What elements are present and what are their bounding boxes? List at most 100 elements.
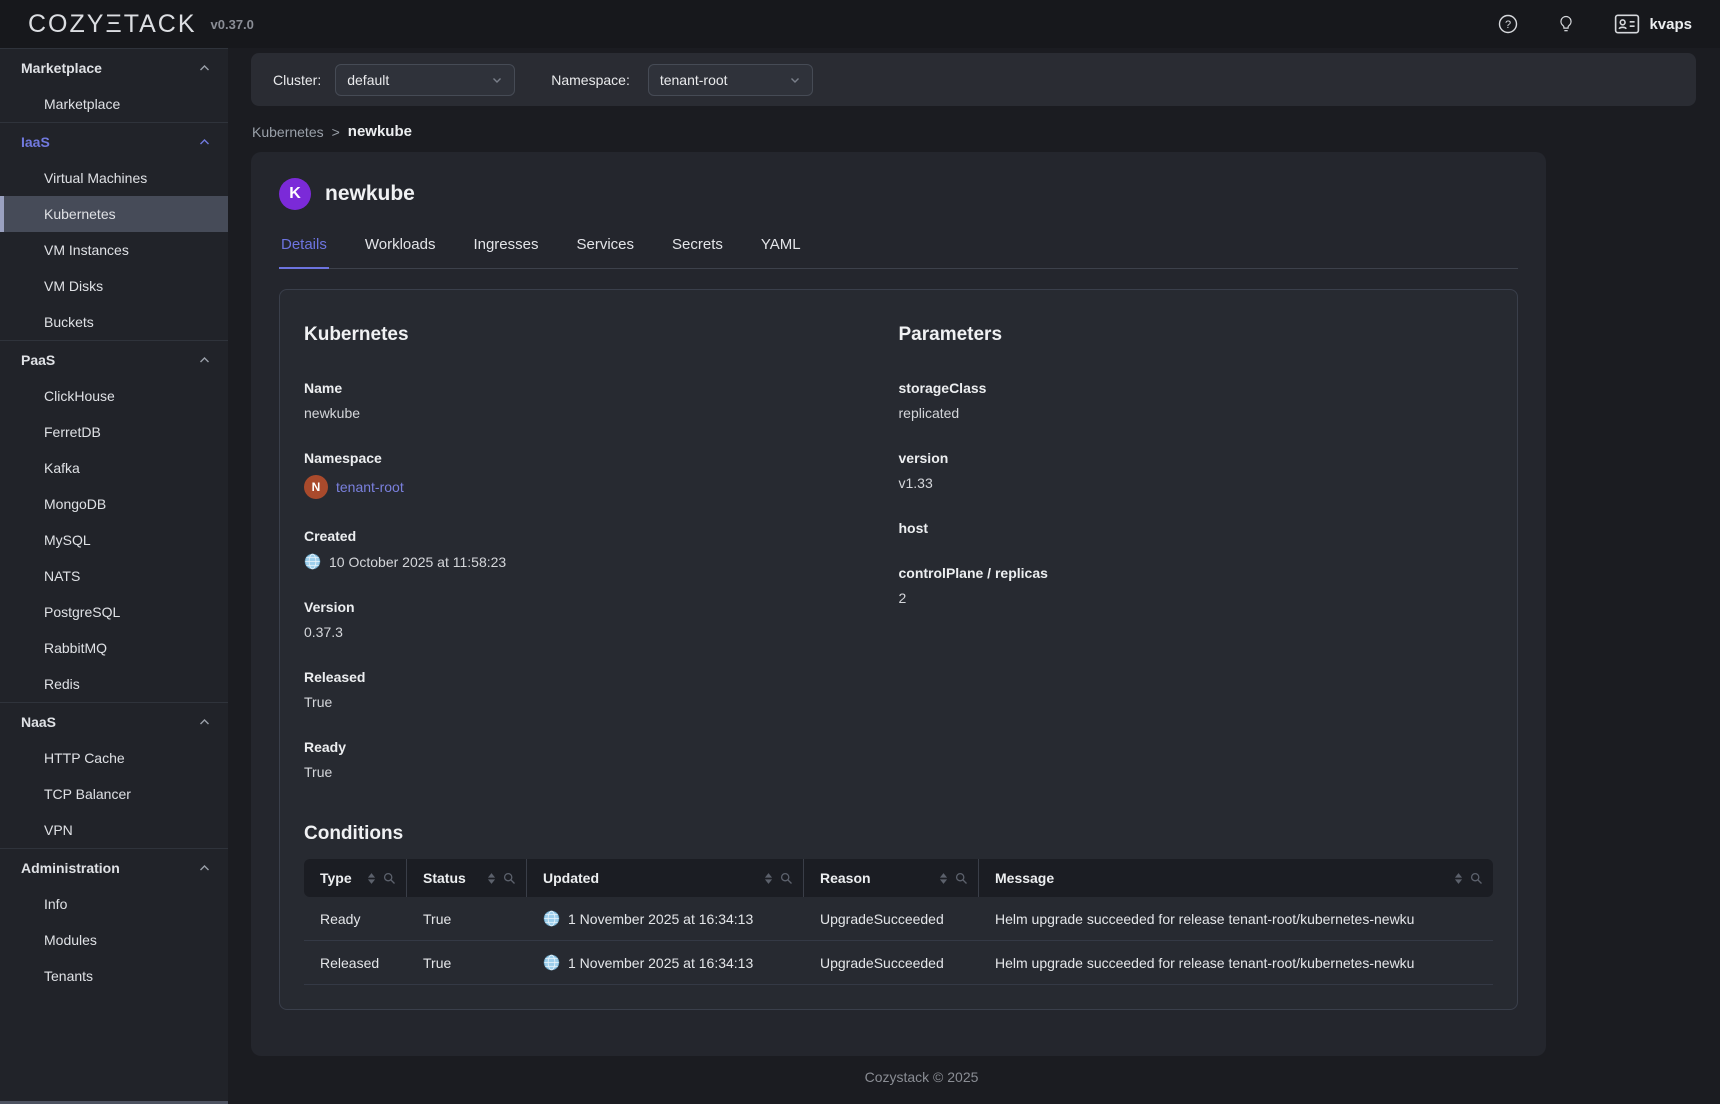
sidebar-item-ferretdb[interactable]: FerretDB (0, 414, 228, 450)
sidebar-group-header-paas[interactable]: PaaS (0, 341, 228, 378)
chevron-up-icon (199, 864, 210, 872)
sidebar-item-vm-instances[interactable]: VM Instances (0, 232, 228, 268)
sort-icon[interactable] (367, 872, 376, 885)
section-title-parameters: Parameters (899, 324, 1494, 346)
section-title-conditions: Conditions (304, 823, 1493, 845)
help-icon[interactable]: ? (1498, 14, 1518, 34)
field-namespace: Namespace N tenant-root (304, 450, 899, 499)
chevron-down-icon (491, 74, 503, 86)
user-badge-icon (1614, 13, 1640, 35)
sidebar-item-vm-disks[interactable]: VM Disks (0, 268, 228, 304)
globe-icon (543, 910, 560, 927)
sidebar-group-marketplace: Marketplace Marketplace (0, 48, 228, 122)
namespace-link[interactable]: tenant-root (336, 479, 404, 495)
field-created: Created 10 October 2025 at 11:58:23 (304, 528, 899, 570)
search-icon[interactable] (955, 872, 968, 885)
sidebar-group-paas: PaaS ClickHouse FerretDB Kafka MongoDB M… (0, 340, 228, 702)
column-header-status: Status (407, 859, 527, 897)
cluster-select[interactable]: default (335, 64, 515, 96)
search-icon[interactable] (780, 872, 793, 885)
sidebar-group-header-iaas[interactable]: IaaS (0, 123, 228, 160)
sort-icon[interactable] (1454, 872, 1463, 885)
breadcrumb-kubernetes[interactable]: Kubernetes (252, 124, 324, 140)
namespace-label: Namespace: (551, 72, 630, 88)
sidebar-item-modules[interactable]: Modules (0, 922, 228, 958)
conditions-table: Type Status (304, 859, 1493, 985)
field-version: Version 0.37.3 (304, 599, 899, 640)
svg-text:?: ? (1505, 19, 1511, 31)
user-name: kvaps (1649, 16, 1692, 33)
search-icon[interactable] (383, 872, 396, 885)
tab-secrets[interactable]: Secrets (670, 230, 725, 268)
sidebar-group-administration: Administration Info Modules Tenants (0, 848, 228, 994)
field-storageclass: storageClass replicated (899, 380, 1494, 421)
section-title-kubernetes: Kubernetes (304, 324, 899, 346)
table-row-ready[interactable]: Ready True 1 November 2025 at 16:34:13 U… (304, 897, 1493, 941)
search-icon[interactable] (503, 872, 516, 885)
column-header-updated: Updated (527, 859, 804, 897)
sidebar-item-clickhouse[interactable]: ClickHouse (0, 378, 228, 414)
chevron-down-icon (789, 74, 801, 86)
sidebar-item-marketplace[interactable]: Marketplace (0, 86, 228, 122)
chevron-up-icon (199, 718, 210, 726)
sidebar-item-http-cache[interactable]: HTTP Cache (0, 740, 228, 776)
chevron-up-icon (199, 64, 210, 72)
field-controlplane-replicas: controlPlane / replicas 2 (899, 565, 1494, 606)
sidebar-item-nats[interactable]: NATS (0, 558, 228, 594)
field-released: Released True (304, 669, 899, 710)
tab-yaml[interactable]: YAML (759, 230, 803, 268)
sidebar-group-header-naas[interactable]: NaaS (0, 703, 228, 740)
sort-icon[interactable] (939, 872, 948, 885)
sort-icon[interactable] (487, 872, 496, 885)
main-content: Cluster: default Namespace: tenant-root … (228, 48, 1720, 1104)
footer-text: Cozystack © 2025 (274, 1056, 1569, 1085)
sidebar-item-kafka[interactable]: Kafka (0, 450, 228, 486)
page-title: newkube (325, 182, 415, 206)
sort-icon[interactable] (764, 872, 773, 885)
sidebar-group-header-administration[interactable]: Administration (0, 849, 228, 886)
column-header-type: Type (304, 859, 407, 897)
tab-bar: Details Workloads Ingresses Services Sec… (279, 230, 1518, 269)
breadcrumb-current: newkube (348, 123, 412, 140)
tab-details[interactable]: Details (279, 230, 329, 268)
namespace-select[interactable]: tenant-root (648, 64, 813, 96)
topbar: COZYΞTACK v0.37.0 ? kvaps (0, 0, 1720, 48)
sidebar-item-kubernetes[interactable]: Kubernetes (0, 196, 228, 232)
resource-card: K newkube Details Workloads Ingresses Se… (251, 152, 1546, 1056)
sidebar-item-mongodb[interactable]: MongoDB (0, 486, 228, 522)
sidebar: Marketplace Marketplace IaaS Virtual Mac… (0, 48, 228, 1104)
sidebar-item-virtual-machines[interactable]: Virtual Machines (0, 160, 228, 196)
search-icon[interactable] (1470, 872, 1483, 885)
globe-icon (543, 954, 560, 971)
tab-services[interactable]: Services (575, 230, 637, 268)
field-k8s-version: version v1.33 (899, 450, 1494, 491)
lightbulb-icon[interactable] (1556, 14, 1576, 34)
sidebar-item-vpn[interactable]: VPN (0, 812, 228, 848)
kubernetes-avatar: K (279, 178, 311, 210)
field-host: host (899, 520, 1494, 536)
tab-ingresses[interactable]: Ingresses (471, 230, 540, 268)
app-version: v0.37.0 (211, 17, 254, 32)
tab-workloads[interactable]: Workloads (363, 230, 438, 268)
context-filter-bar: Cluster: default Namespace: tenant-root (251, 53, 1696, 106)
sidebar-item-tenants[interactable]: Tenants (0, 958, 228, 994)
sidebar-item-info[interactable]: Info (0, 886, 228, 922)
cluster-label: Cluster: (273, 72, 321, 88)
globe-icon (304, 553, 321, 570)
sidebar-item-mysql[interactable]: MySQL (0, 522, 228, 558)
field-name: Name newkube (304, 380, 899, 421)
namespace-avatar: N (304, 475, 328, 499)
chevron-up-icon (199, 138, 210, 146)
sidebar-item-buckets[interactable]: Buckets (0, 304, 228, 340)
sidebar-group-naas: NaaS HTTP Cache TCP Balancer VPN (0, 702, 228, 848)
table-row-released[interactable]: Released True 1 November 2025 at 16:34:1… (304, 941, 1493, 985)
sidebar-item-tcp-balancer[interactable]: TCP Balancer (0, 776, 228, 812)
sidebar-item-redis[interactable]: Redis (0, 666, 228, 702)
sidebar-item-rabbitmq[interactable]: RabbitMQ (0, 630, 228, 666)
sidebar-group-header-marketplace[interactable]: Marketplace (0, 49, 228, 86)
user-menu[interactable]: kvaps (1614, 13, 1692, 35)
sidebar-item-postgresql[interactable]: PostgreSQL (0, 594, 228, 630)
field-ready: Ready True (304, 739, 899, 780)
column-header-reason: Reason (804, 859, 979, 897)
details-panel: Kubernetes Name newkube Namespace N tena… (279, 289, 1518, 1010)
